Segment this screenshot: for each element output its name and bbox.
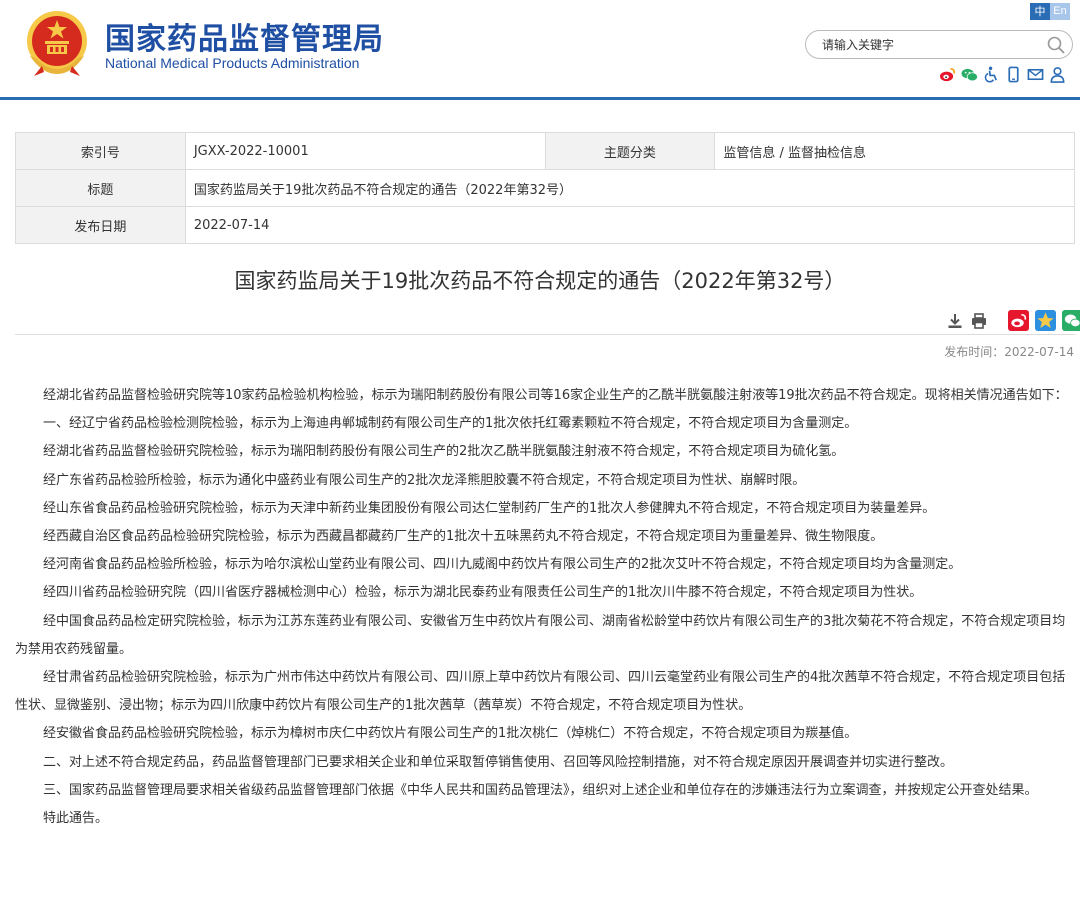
title-divider bbox=[15, 334, 1075, 335]
weibo-icon[interactable] bbox=[939, 66, 956, 83]
category-label: 主题分类 bbox=[544, 132, 716, 170]
index-value: JGXX-2022-10001 bbox=[184, 132, 546, 170]
meta-row-title: 标题 国家药监局关于19批次药品不符合规定的通告（2022年第32号） bbox=[15, 169, 1076, 207]
index-label: 索引号 bbox=[15, 132, 186, 170]
paragraph: 二、对上述不符合规定药品，药品监督管理部门已要求相关企业和单位采取暂停销售使用、… bbox=[43, 754, 954, 770]
mail-icon[interactable] bbox=[1027, 66, 1044, 83]
search-icon[interactable] bbox=[1046, 35, 1066, 55]
date-value: 2022-07-14 bbox=[184, 206, 1076, 244]
share-weibo-icon[interactable] bbox=[1008, 310, 1029, 331]
article-body: 经湖北省药品监督检验研究院等10家药品检验机构检验，标示为瑞阳制药股份有限公司等… bbox=[15, 382, 1075, 833]
publish-time: 发布时间：2022-07-14 bbox=[944, 345, 1074, 359]
paragraph: 经湖北省药品监督检验研究院检验，标示为瑞阳制药股份有限公司生产的2批次乙酰半胱氨… bbox=[43, 444, 845, 460]
search-box bbox=[805, 30, 1073, 59]
mobile-icon[interactable] bbox=[1005, 66, 1022, 83]
share-qzone-icon[interactable] bbox=[1035, 310, 1056, 331]
category-value: 监管信息 / 监督抽检信息 bbox=[714, 132, 1075, 170]
paragraph: 经甘肃省药品检验研究院检验，标示为广州市伟达中药饮片有限公司、四川原上草中药饮片… bbox=[15, 670, 1066, 714]
document-meta-table: 索引号 JGXX-2022-10001 主题分类 监管信息 / 监督抽检信息 标… bbox=[15, 132, 1076, 244]
paragraph: 一、经辽宁省药品检验检测院检验，标示为上海迪冉郸城制药有限公司生产的1批次依托红… bbox=[43, 416, 858, 432]
paragraph: 经河南省食品药品检验所检验，标示为哈尔滨松山堂药业有限公司、四川九威阁中药饮片有… bbox=[43, 557, 962, 573]
search-input[interactable] bbox=[822, 36, 1032, 54]
paragraph: 经湖北省药品监督检验研究院等10家药品检验机构检验，标示为瑞阳制药股份有限公司等… bbox=[43, 388, 1068, 403]
paragraph: 经安徽省食品药品检验研究院检验，标示为樟树市庆仁中药饮片有限公司生产的1批次桃仁… bbox=[43, 726, 858, 742]
download-icon[interactable] bbox=[946, 312, 964, 330]
title-value: 国家药监局关于19批次药品不符合规定的通告（2022年第32号） bbox=[184, 169, 1076, 207]
wechat-icon[interactable] bbox=[961, 66, 978, 83]
paragraph: 特此通告。 bbox=[43, 811, 109, 827]
lang-en-button[interactable]: En bbox=[1050, 3, 1070, 20]
paragraph: 经西藏自治区食品药品检验研究院检验，标示为西藏昌都藏药厂生产的1批次十五味黑药丸… bbox=[43, 529, 884, 545]
site-title-en[interactable]: National Medical Products Administration bbox=[105, 55, 359, 71]
date-label: 发布日期 bbox=[15, 206, 186, 244]
paragraph: 经山东省食品药品检验研究院检验，标示为天津中新药业集团股份有限公司达仁堂制药厂生… bbox=[43, 500, 936, 516]
paragraph: 经中国食品药品检定研究院检验，标示为江苏东莲药业有限公司、安徽省万生中药饮片有限… bbox=[15, 613, 1066, 657]
national-emblem-icon bbox=[27, 11, 87, 76]
title-label: 标题 bbox=[15, 169, 186, 207]
accessibility-icon[interactable] bbox=[983, 66, 1000, 83]
paragraph: 经四川省药品检验研究院（四川省医疗器械检测中心）检验，标示为湖北民泰药业有限责任… bbox=[43, 585, 923, 601]
meta-row-index: 索引号 JGXX-2022-10001 主题分类 监管信息 / 监督抽检信息 bbox=[15, 132, 1075, 170]
share-wechat-icon[interactable] bbox=[1062, 310, 1080, 331]
paragraph: 经广东省药品检验所检验，标示为通化中盛药业有限公司生产的2批次龙泽熊胆胶囊不符合… bbox=[43, 472, 806, 488]
social-links bbox=[939, 66, 1066, 83]
article-tools bbox=[946, 310, 1080, 331]
paragraph: 三、国家药品监督管理局要求相关省级药品监督管理部门依据《中华人民共和国药品管理法… bbox=[43, 782, 1038, 798]
article-title: 国家药监局关于19批次药品不符合规定的通告（2022年第32号） bbox=[234, 269, 846, 293]
lang-zh-button[interactable]: 中 bbox=[1030, 3, 1050, 20]
site-header: 国家药品监督管理局 National Medical Products Admi… bbox=[0, 0, 1080, 100]
site-title-cn[interactable]: 国家药品监督管理局 bbox=[105, 14, 384, 58]
language-switch: 中 En bbox=[1030, 3, 1070, 20]
user-icon[interactable] bbox=[1049, 66, 1066, 83]
print-icon[interactable] bbox=[970, 312, 988, 330]
meta-row-date: 发布日期 2022-07-14 bbox=[15, 206, 1076, 244]
